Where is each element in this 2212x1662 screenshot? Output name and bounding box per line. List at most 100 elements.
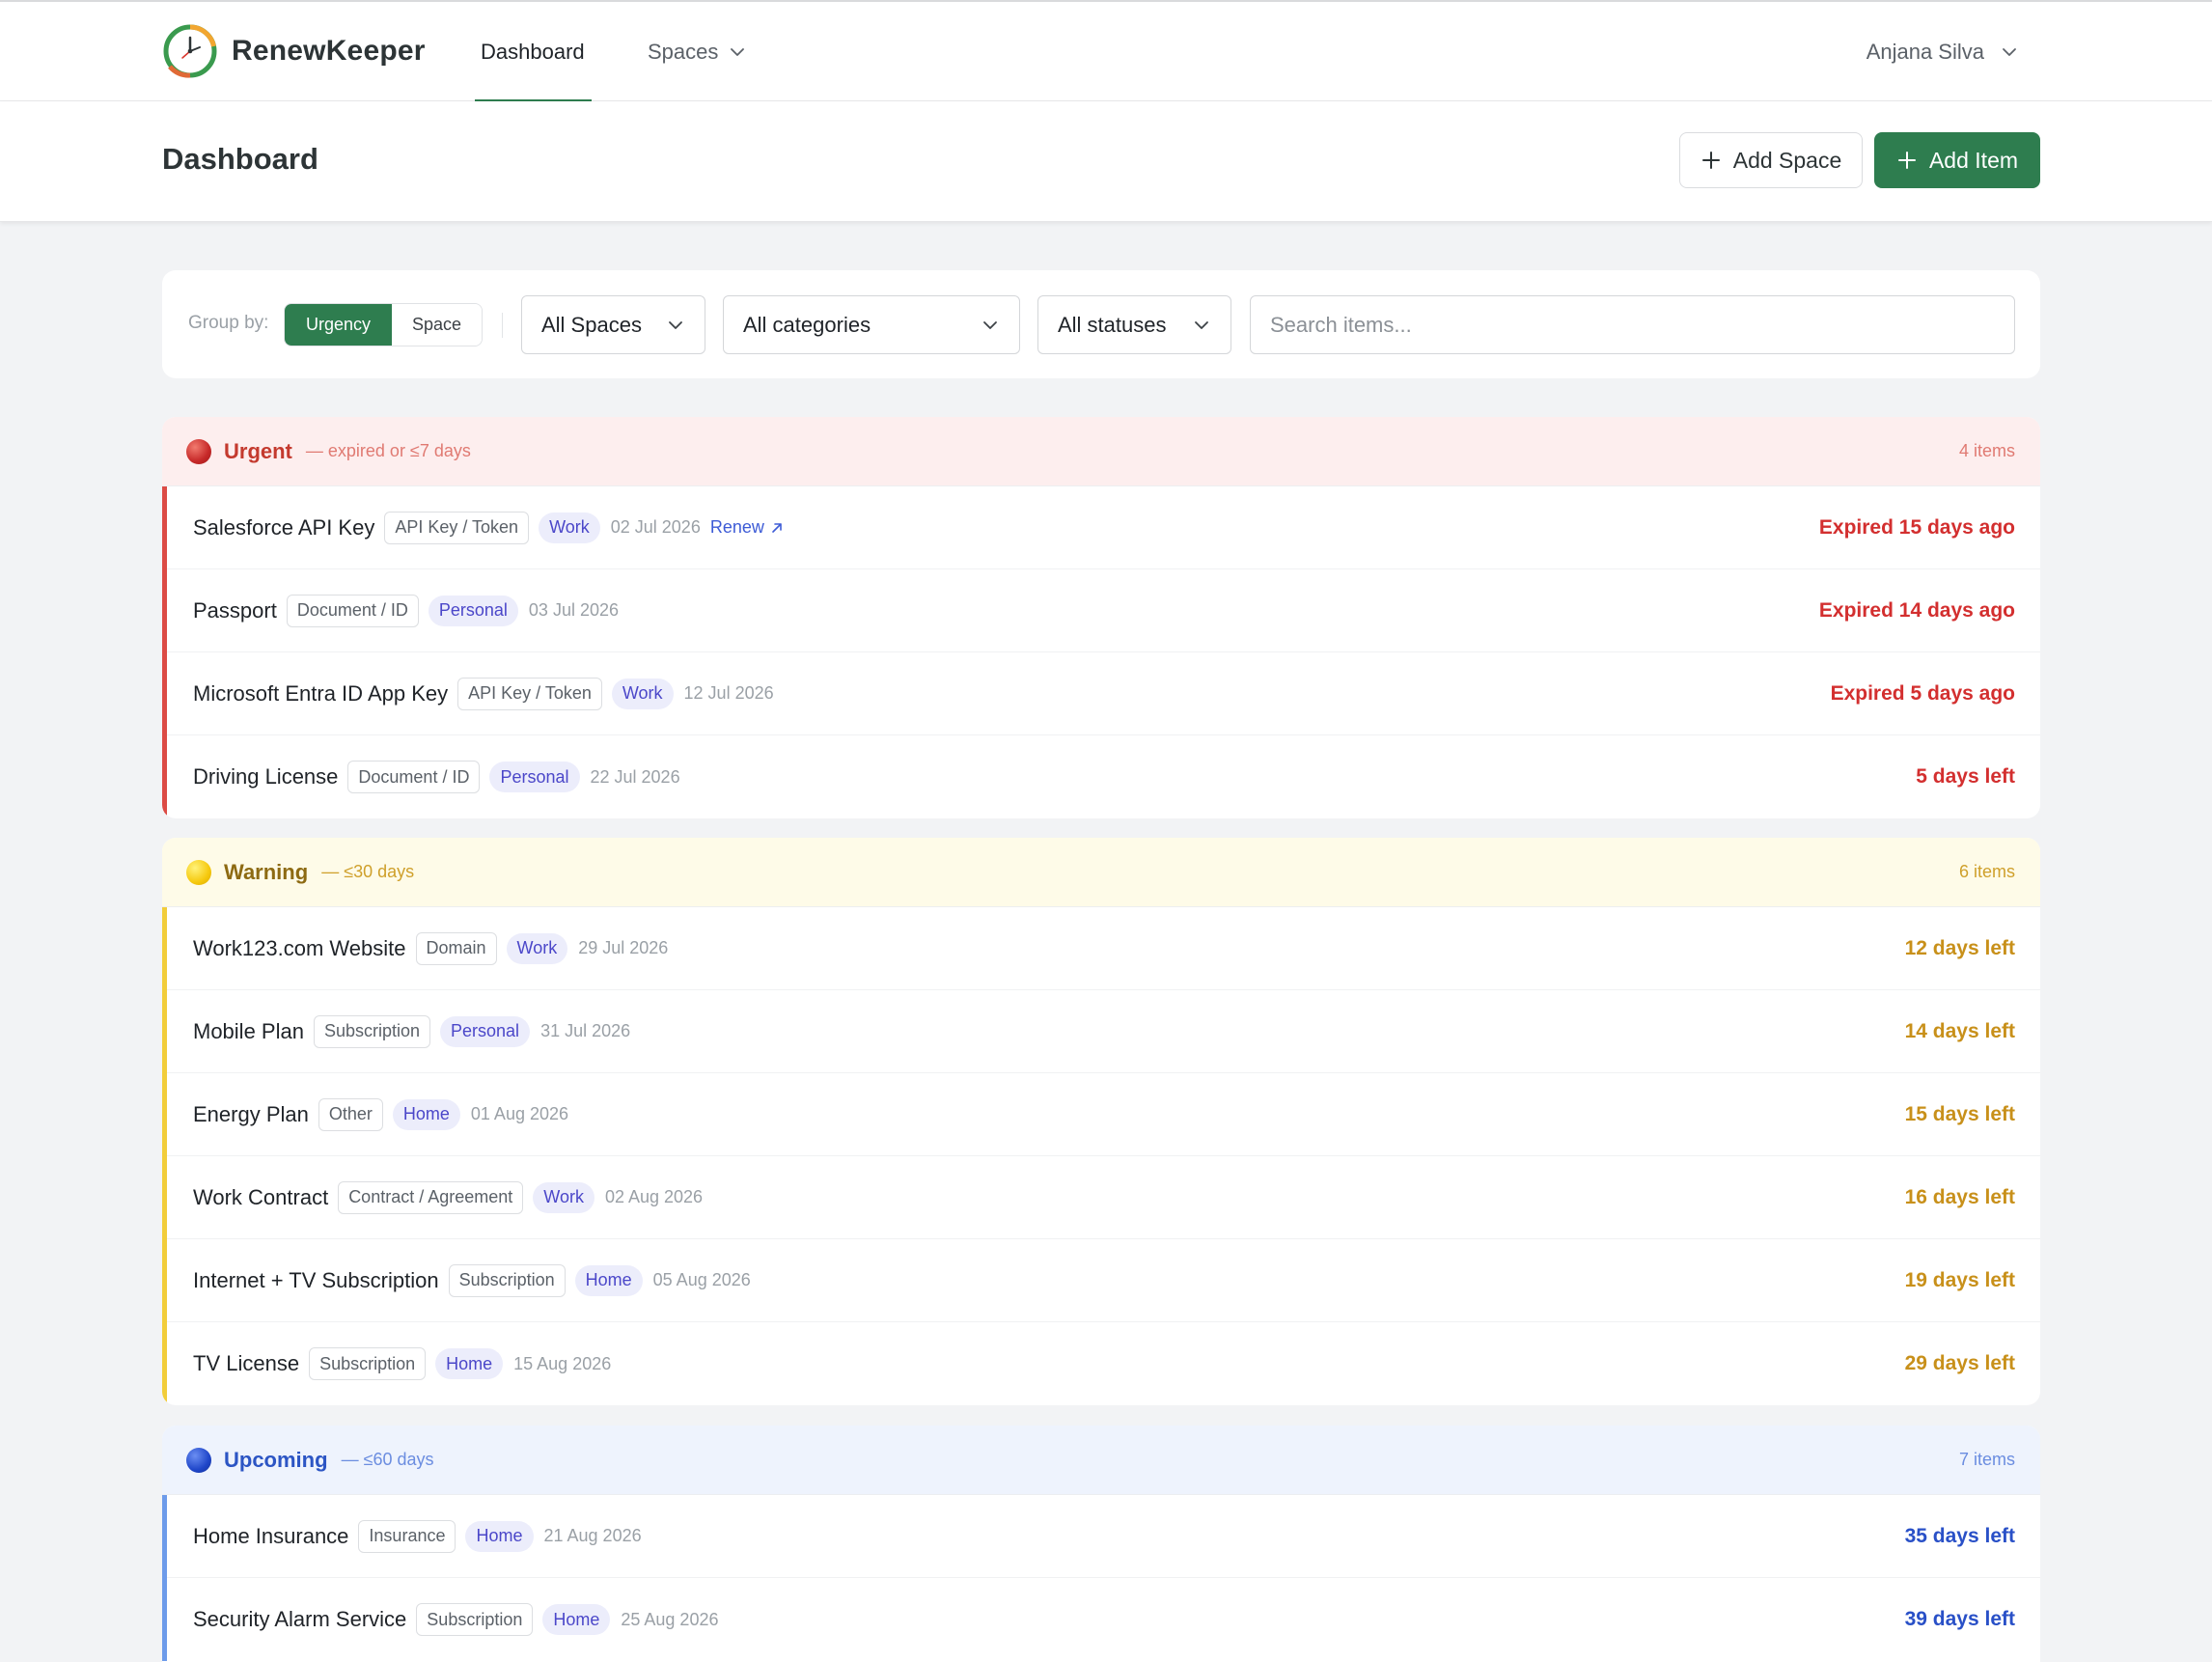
space-badge: Home bbox=[435, 1348, 504, 1379]
user-name: Anjana Silva bbox=[1866, 39, 1984, 64]
item-date: 25 Aug 2026 bbox=[621, 1609, 719, 1629]
item-status: 16 days left bbox=[1904, 1185, 2015, 1208]
category-tag: API Key / Token bbox=[384, 511, 530, 544]
group-title: Warning bbox=[224, 859, 309, 884]
categories-select[interactable]: All categories bbox=[723, 295, 1020, 354]
space-badge: Personal bbox=[440, 1015, 531, 1047]
clock-logo-icon bbox=[163, 24, 217, 78]
space-badge: Home bbox=[465, 1520, 534, 1552]
item-name: Energy Plan bbox=[193, 1101, 309, 1126]
add-space-button[interactable]: Add Space bbox=[1679, 132, 1863, 188]
item-status: 35 days left bbox=[1904, 1524, 2015, 1547]
item-status: 14 days left bbox=[1904, 1019, 2015, 1042]
yellow-circle-icon bbox=[186, 859, 211, 885]
group-by-toggle: Urgency Space bbox=[284, 303, 483, 346]
item-list: Home Insurance Insurance Home 21 Aug 202… bbox=[162, 1495, 2040, 1661]
group-warning: Warning — ≤30 days 6 items Work123.com W… bbox=[162, 838, 2040, 1405]
group-header: Warning — ≤30 days 6 items bbox=[162, 838, 2040, 907]
group-upcoming: Upcoming — ≤60 days 7 items Home Insuran… bbox=[162, 1426, 2040, 1662]
space-badge: Work bbox=[539, 512, 600, 543]
item-row[interactable]: Work123.com Website Domain Work 29 Jul 2… bbox=[167, 907, 2040, 990]
item-date: 22 Jul 2026 bbox=[590, 766, 680, 787]
item-row[interactable]: Energy Plan Other Home 01 Aug 2026 15 da… bbox=[167, 1073, 2040, 1156]
item-status: Expired 14 days ago bbox=[1818, 598, 2015, 622]
brand-logo[interactable]: RenewKeeper bbox=[162, 23, 426, 79]
item-date: 15 Aug 2026 bbox=[513, 1353, 612, 1373]
add-space-label: Add Space bbox=[1732, 147, 1842, 173]
chevron-down-icon bbox=[2003, 47, 2016, 56]
space-badge: Home bbox=[542, 1604, 611, 1635]
item-name: Home Insurance bbox=[193, 1523, 349, 1548]
search-input[interactable] bbox=[1250, 295, 2015, 354]
item-status: 29 days left bbox=[1904, 1352, 2015, 1374]
group-urgent: Urgent — expired or ≤7 days 4 items Sale… bbox=[162, 417, 2040, 818]
group-by-space-button[interactable]: Space bbox=[392, 304, 482, 346]
item-date: 02 Jul 2026 bbox=[610, 517, 701, 537]
item-status: 19 days left bbox=[1904, 1268, 2015, 1291]
item-date: 01 Aug 2026 bbox=[470, 1104, 569, 1123]
item-row[interactable]: Driving License Document / ID Personal 2… bbox=[167, 735, 2040, 818]
category-tag: Insurance bbox=[358, 1519, 456, 1553]
item-row[interactable]: Work Contract Contract / Agreement Work … bbox=[167, 1156, 2040, 1239]
item-name: Passport bbox=[193, 597, 277, 623]
item-row[interactable]: Home Insurance Insurance Home 21 Aug 202… bbox=[167, 1495, 2040, 1578]
space-badge: Work bbox=[611, 678, 674, 709]
item-row[interactable]: Security Alarm Service Subscription Home… bbox=[167, 1578, 2040, 1661]
item-status: Expired 5 days ago bbox=[1830, 681, 2015, 705]
category-tag: Domain bbox=[415, 931, 497, 965]
item-date: 05 Aug 2026 bbox=[652, 1270, 751, 1289]
group-subtitle: — ≤60 days bbox=[341, 1450, 434, 1469]
renew-label: Renew bbox=[709, 517, 764, 537]
statuses-select-value: All statuses bbox=[1058, 312, 1167, 337]
item-status: 12 days left bbox=[1904, 936, 2015, 959]
group-count: 4 items bbox=[1958, 441, 2015, 460]
item-date: 12 Jul 2026 bbox=[683, 683, 774, 703]
item-date: 31 Jul 2026 bbox=[540, 1021, 631, 1040]
user-menu[interactable]: Anjana Silva bbox=[1866, 2, 2019, 101]
item-row[interactable]: Internet + TV Subscription Subscription … bbox=[167, 1239, 2040, 1322]
item-row[interactable]: Passport Document / ID Personal 03 Jul 2… bbox=[167, 569, 2040, 652]
spaces-select[interactable]: All Spaces bbox=[521, 295, 705, 354]
nav-spaces-dropdown[interactable]: Spaces bbox=[648, 2, 747, 101]
category-tag: Other bbox=[318, 1097, 383, 1131]
divider bbox=[502, 313, 503, 338]
chevron-down-icon bbox=[983, 320, 997, 329]
group-title: Urgent bbox=[224, 438, 292, 463]
spaces-select-value: All Spaces bbox=[541, 312, 642, 337]
group-subtitle: — ≤30 days bbox=[321, 862, 415, 881]
item-name: Microsoft Entra ID App Key bbox=[193, 680, 449, 706]
item-name: TV License bbox=[193, 1351, 300, 1375]
group-by-urgency-button[interactable]: Urgency bbox=[285, 304, 392, 346]
add-item-button[interactable]: Add Item bbox=[1874, 132, 2040, 188]
item-date: 21 Aug 2026 bbox=[543, 1526, 642, 1545]
group-title: Upcoming bbox=[224, 1447, 328, 1472]
category-tag: Document / ID bbox=[286, 594, 419, 627]
nav-spaces-label: Spaces bbox=[648, 39, 719, 64]
item-status: 5 days left bbox=[1916, 765, 2015, 788]
category-tag: Subscription bbox=[448, 1263, 566, 1297]
renew-link[interactable]: Renew bbox=[710, 517, 784, 538]
item-row[interactable]: Mobile Plan Subscription Personal 31 Jul… bbox=[167, 990, 2040, 1073]
item-status: 39 days left bbox=[1904, 1608, 2015, 1630]
category-tag: Subscription bbox=[309, 1347, 427, 1380]
space-badge: Personal bbox=[428, 595, 518, 626]
group-header: Urgent — expired or ≤7 days 4 items bbox=[162, 417, 2040, 486]
group-by-label: Group by: bbox=[188, 313, 269, 333]
item-status: 15 days left bbox=[1904, 1102, 2015, 1125]
item-row[interactable]: Salesforce API Key API Key / Token Work … bbox=[167, 486, 2040, 569]
item-row[interactable]: Microsoft Entra ID App Key API Key / Tok… bbox=[167, 652, 2040, 735]
chevron-down-icon bbox=[669, 320, 682, 329]
item-list: Salesforce API Key API Key / Token Work … bbox=[162, 486, 2040, 818]
statuses-select[interactable]: All statuses bbox=[1037, 295, 1231, 354]
top-navbar: RenewKeeper Dashboard Spaces Anjana Silv… bbox=[0, 0, 2212, 102]
item-name: Work Contract bbox=[193, 1184, 329, 1209]
space-badge: Work bbox=[533, 1181, 594, 1213]
item-list: Work123.com Website Domain Work 29 Jul 2… bbox=[162, 907, 2040, 1405]
item-row[interactable]: TV License Subscription Home 15 Aug 2026… bbox=[167, 1322, 2040, 1405]
red-circle-icon bbox=[186, 438, 211, 464]
nav-dashboard[interactable]: Dashboard bbox=[481, 2, 585, 101]
space-badge: Personal bbox=[489, 762, 580, 792]
item-date: 02 Aug 2026 bbox=[604, 1187, 704, 1206]
blue-circle-icon bbox=[186, 1447, 211, 1473]
plus-icon bbox=[1701, 152, 1720, 169]
